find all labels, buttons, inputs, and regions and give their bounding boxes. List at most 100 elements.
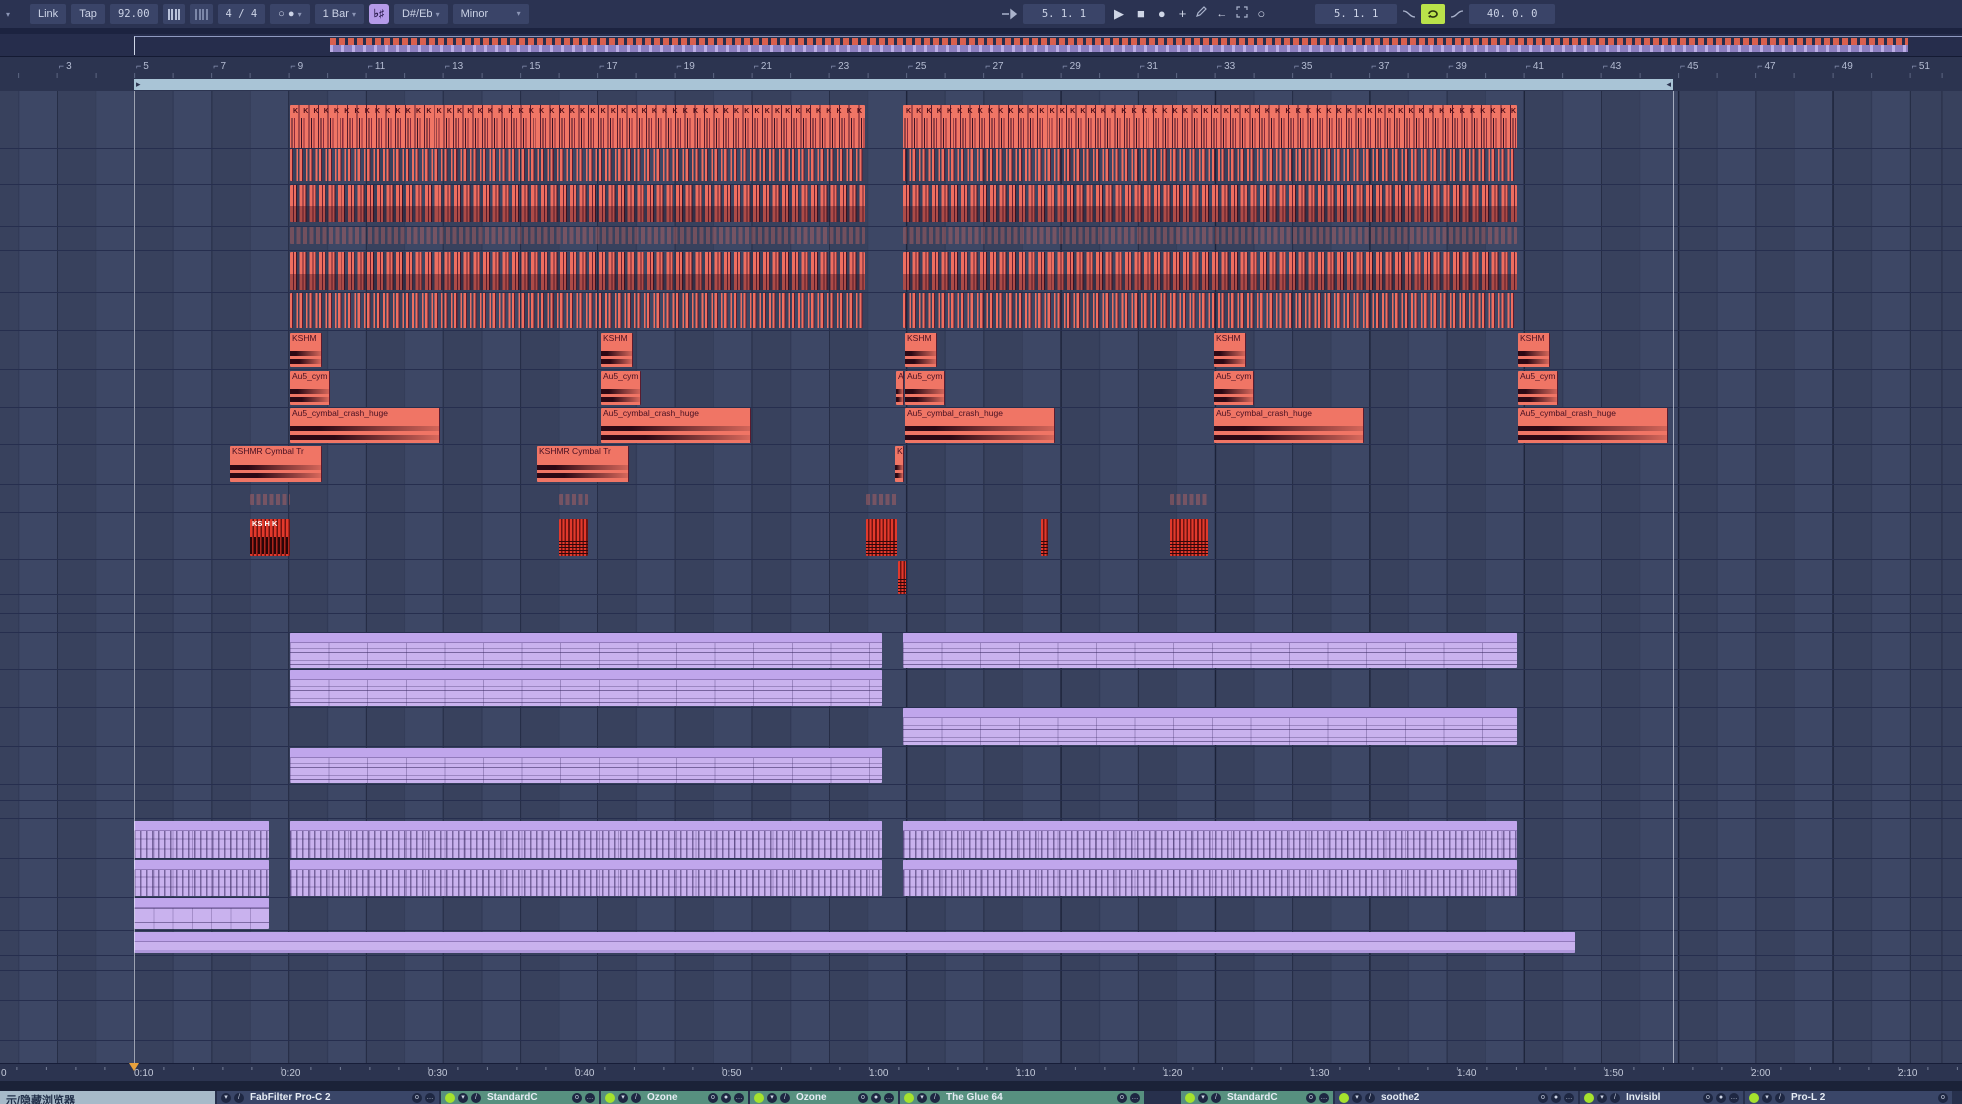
time-signature-field[interactable]: 4 / 4 [218, 4, 266, 24]
clip-marp[interactable] [903, 821, 1517, 858]
clip-marp[interactable] [134, 860, 269, 896]
metronome-bars-icon[interactable] [190, 4, 213, 24]
clip-sta[interactable] [290, 293, 865, 328]
chevron-down-icon[interactable]: ▾ [6, 10, 10, 19]
device-header-standardc[interactable]: ▾/StandardCo… [1181, 1091, 1333, 1104]
clip-mlines[interactable] [134, 898, 269, 929]
dots-icon[interactable]: … [1130, 1093, 1140, 1103]
clip-sta[interactable] [290, 149, 865, 181]
loop-brace-row[interactable]: ▸ ◂ [0, 78, 1962, 92]
fold-icon[interactable]: ▾ [767, 1093, 777, 1103]
fold-icon[interactable]: ▾ [1198, 1093, 1208, 1103]
lock-icon[interactable]: ● [1551, 1093, 1561, 1103]
clip-kshmr-cymbal-tr[interactable]: KSHMR Cymbal Tr [537, 446, 629, 482]
clip-stb[interactable] [290, 252, 865, 290]
scale-toggle-button[interactable]: ♭♯ [369, 4, 389, 24]
back-to-arrangement-icon[interactable]: ← [1212, 3, 1231, 25]
nudge-buttons[interactable]: ○ ● ▾ [270, 4, 309, 24]
clip-stb[interactable] [903, 185, 1517, 222]
clip-mch[interactable] [290, 633, 882, 668]
arrangement-overview[interactable] [0, 34, 1962, 57]
dial-icon[interactable]: o [572, 1093, 582, 1103]
device-activator-led[interactable] [754, 1093, 764, 1103]
clip-mch[interactable] [290, 748, 882, 783]
clip-au5-cym[interactable]: Au5_cym [1214, 371, 1254, 405]
dial-icon[interactable]: o [1938, 1093, 1948, 1103]
dots-icon[interactable]: … [425, 1093, 435, 1103]
arrangement-grid[interactable]: KKKKKKKKKKKKKKKKKKKKKKKKKKKKKKKKKKKKKKKK… [0, 91, 1962, 1063]
dial-icon[interactable]: o [1306, 1093, 1316, 1103]
clip-au5-cym[interactable]: Au5_cym [290, 371, 330, 405]
browser-toggle-panel[interactable]: 示/隐藏浏览器 [0, 1091, 215, 1104]
clip-au5-cymbal-crash-huge[interactable]: Au5_cymbal_crash_huge [1518, 408, 1668, 443]
device-header-pro-l-2[interactable]: ▾/Pro-L 2o [1745, 1091, 1952, 1104]
clip-hitst[interactable] [1170, 519, 1208, 556]
device-header-the-glue-64[interactable]: ▾/The Glue 64o… [900, 1091, 1144, 1104]
clip-kshm[interactable]: KSHM [1518, 333, 1550, 367]
overdub-plus-icon[interactable]: + [1175, 3, 1191, 25]
punch-out-icon[interactable] [1450, 9, 1464, 19]
clip-hitst[interactable] [1041, 519, 1048, 556]
device-activator-led[interactable] [1584, 1093, 1594, 1103]
time-ruler[interactable]: 00:100:200:300:400:501:001:101:201:301:4… [0, 1063, 1962, 1082]
clip-au5-cym[interactable]: Au5_cym [601, 371, 641, 405]
device-activator-led[interactable] [1339, 1093, 1349, 1103]
clip-msolid[interactable] [134, 932, 1575, 953]
link-button[interactable]: Link [30, 4, 66, 24]
dial-icon[interactable]: o [858, 1093, 868, 1103]
capture-midi-icon[interactable]: ○ [1253, 3, 1269, 25]
clip-kshm[interactable]: KSHM [1214, 333, 1246, 367]
dial-icon[interactable]: o [412, 1093, 422, 1103]
groove-bars-icon[interactable] [163, 4, 186, 24]
clip-au5-cym[interactable]: Au5_cym [1518, 371, 1558, 405]
clip-kshmr-cymbal-tr[interactable]: KSHMR Cymbal Tr [230, 446, 322, 482]
clip-kshm[interactable]: KSHM [601, 333, 633, 367]
clip-kroll[interactable]: KKKKKKKKKKKKKKKKKKKKKKKKKKKKKKKKKKKKKKKK… [903, 105, 1517, 148]
device-header-soothe2[interactable]: ▾/soothe2o●… [1335, 1091, 1578, 1104]
device-activator-led[interactable] [904, 1093, 914, 1103]
bar-ruler[interactable]: ⌐3⌐5⌐7⌐9⌐11⌐13⌐15⌐17⌐19⌐21⌐23⌐25⌐27⌐29⌐3… [0, 57, 1962, 78]
device-activator-led[interactable] [1749, 1093, 1759, 1103]
dots-icon[interactable]: … [1319, 1093, 1329, 1103]
device-header-invisibl[interactable]: ▾/Invisiblo●… [1580, 1091, 1743, 1104]
clip-k[interactable]: K [895, 446, 904, 482]
stop-button[interactable]: ■ [1133, 3, 1149, 25]
fold-icon[interactable]: ▾ [1597, 1093, 1607, 1103]
draw-pencil-icon[interactable] [1195, 5, 1207, 23]
clip-hitst[interactable] [866, 519, 897, 556]
fold-icon[interactable]: ▾ [618, 1093, 628, 1103]
dots-icon[interactable]: … [585, 1093, 595, 1103]
follow-icon[interactable] [1000, 8, 1018, 20]
fold-icon[interactable]: ▾ [1762, 1093, 1772, 1103]
device-activator-led[interactable] [445, 1093, 455, 1103]
clip-au5-cymbal-crash-huge[interactable]: Au5_cymbal_crash_huge [290, 408, 440, 443]
device-header-ozone[interactable]: ▾/Ozoneo●… [601, 1091, 748, 1104]
wrench-icon[interactable]: / [631, 1093, 641, 1103]
clip-mch[interactable] [903, 633, 1517, 668]
wrench-icon[interactable]: / [780, 1093, 790, 1103]
scale-mode-menu[interactable]: Minor ▾ [453, 4, 529, 24]
insert-marker-icon[interactable] [129, 1063, 139, 1071]
loop-length-field[interactable]: 40. 0. 0 [1469, 4, 1555, 24]
clip-stdim[interactable] [290, 227, 865, 244]
fold-icon[interactable]: ▾ [917, 1093, 927, 1103]
wrench-icon[interactable]: / [471, 1093, 481, 1103]
wrench-icon[interactable]: / [1211, 1093, 1221, 1103]
record-button[interactable]: ● [1154, 3, 1170, 25]
clip-au5-cym[interactable]: Au5_cym [905, 371, 945, 405]
clip-ks-h-k[interactable]: KS H K [250, 519, 290, 556]
lock-icon[interactable]: ● [721, 1093, 731, 1103]
wrench-icon[interactable]: / [1775, 1093, 1785, 1103]
loop-start-handle-icon[interactable]: ▸ [136, 79, 141, 90]
dots-icon[interactable]: … [734, 1093, 744, 1103]
wrench-icon[interactable]: / [234, 1093, 244, 1103]
wrench-icon[interactable]: / [1610, 1093, 1620, 1103]
clip-marp[interactable] [134, 821, 269, 858]
fold-icon[interactable]: ▾ [458, 1093, 468, 1103]
clip-kshm[interactable]: KSHM [905, 333, 937, 367]
quantize-menu[interactable]: 1 Bar ▾ [315, 4, 364, 24]
clip-sta[interactable] [903, 293, 1517, 328]
clip-stdim[interactable] [1170, 494, 1208, 505]
wrench-icon[interactable]: / [930, 1093, 940, 1103]
clip-stdim[interactable] [903, 227, 1517, 244]
